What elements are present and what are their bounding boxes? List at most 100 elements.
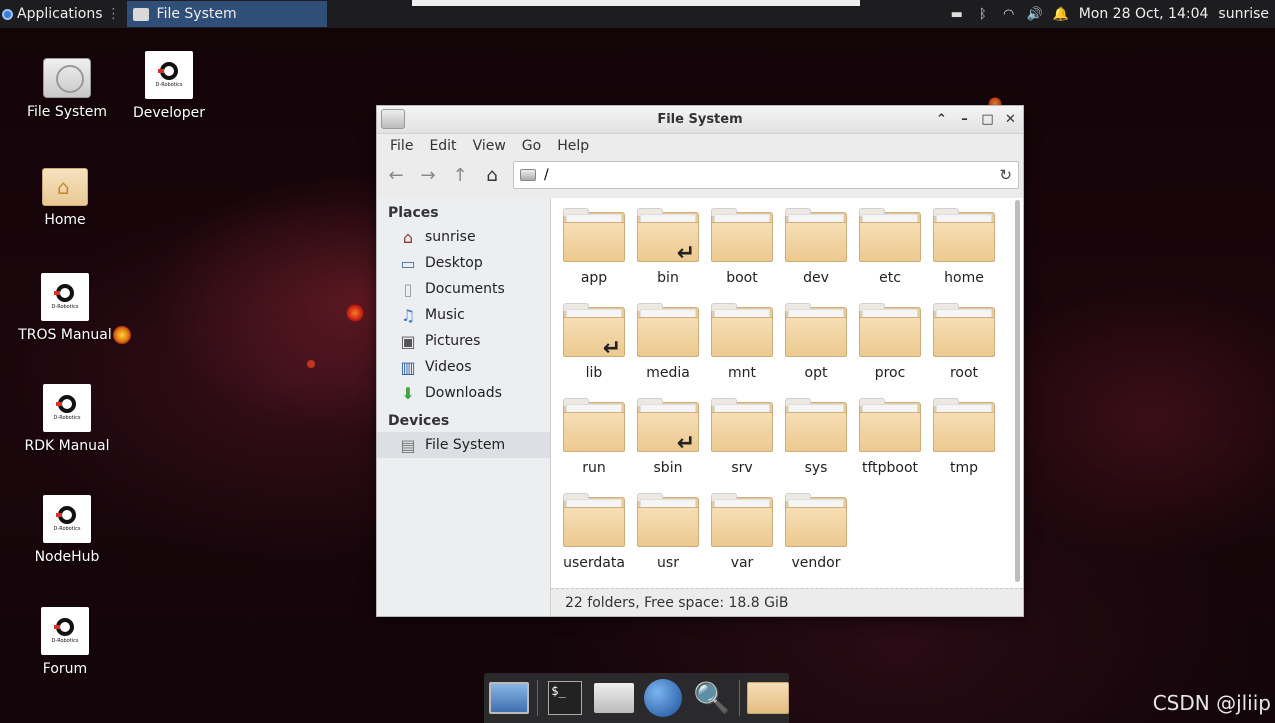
xfce-logo-icon	[2, 8, 13, 20]
desktop-icon-forum[interactable]: D-Robotics Forum	[10, 607, 120, 677]
folder-item-app[interactable]: app	[557, 206, 631, 301]
status-text: 22 folders, Free space: 18.8 GiB	[565, 594, 789, 611]
folder-item-tmp[interactable]: tmp	[927, 396, 1001, 491]
desktop-icon-label: TROS Manual	[18, 327, 112, 343]
d-robotics-logo: D-Robotics	[41, 607, 89, 655]
desktop-icon-developer[interactable]: D-Robotics Developer	[114, 51, 224, 121]
vertical-scrollbar[interactable]	[1015, 200, 1020, 582]
bluetooth-icon[interactable]: ᛒ	[975, 6, 991, 22]
folder-item-userdata[interactable]: userdata	[557, 491, 631, 586]
sidebar-item-music[interactable]: ♫ Music	[377, 302, 550, 328]
close-button[interactable]: ✕	[1002, 110, 1019, 128]
symlink-arrow-icon: ↵	[676, 241, 695, 266]
sidebar-item-documents[interactable]: ▯ Documents	[377, 276, 550, 302]
reload-icon[interactable]: ↻	[999, 166, 1012, 184]
globe-icon	[643, 679, 682, 717]
folder-view[interactable]: app ↵ bin boot dev etc home ↵ lib media mnt opt proc…	[551, 198, 1023, 616]
folder-item-tftpboot[interactable]: tftpboot	[853, 396, 927, 491]
back-button[interactable]: ←	[383, 162, 409, 188]
folder-item-var[interactable]: var	[705, 491, 779, 586]
menu-help[interactable]: Help	[550, 136, 596, 156]
desktop-icon-file-system[interactable]: File System	[12, 58, 122, 120]
menu-view[interactable]: View	[466, 136, 513, 156]
videos-icon: ▥	[400, 357, 416, 377]
folder-item-etc[interactable]: etc	[853, 206, 927, 301]
notification-bell-icon[interactable]: 🔔	[1053, 6, 1069, 22]
dock-show-desktop[interactable]	[488, 677, 531, 719]
user-menu[interactable]: sunrise	[1218, 6, 1269, 22]
d-robotics-logo: D-Robotics	[43, 495, 91, 543]
sidebar-item-pictures[interactable]: ▣ Pictures	[377, 328, 550, 354]
folder-item-bin[interactable]: ↵ bin	[631, 206, 705, 301]
desktop-icon-rdk-manual[interactable]: D-Robotics RDK Manual	[12, 384, 122, 454]
dock-web-browser[interactable]	[642, 677, 685, 719]
sidebar-item-downloads[interactable]: ⬇ Downloads	[377, 380, 550, 406]
dock-separator	[739, 680, 741, 716]
sidebar-item-label: Music	[425, 307, 465, 323]
forward-button[interactable]: →	[415, 162, 441, 188]
maximize-button[interactable]: □	[979, 110, 996, 128]
folder-item-vendor[interactable]: vendor	[779, 491, 853, 586]
home-button[interactable]: ⌂	[479, 162, 505, 188]
desktop-icon-tros-manual[interactable]: D-Robotics TROS Manual	[10, 273, 120, 343]
sidebar-item-videos[interactable]: ▥ Videos	[377, 354, 550, 380]
download-icon: ⬇	[401, 383, 415, 403]
desktop-icon-label: Forum	[42, 661, 88, 677]
desktop-icon-label: Home	[44, 212, 86, 228]
window-menu-icon[interactable]	[381, 109, 405, 129]
folder-item-proc[interactable]: proc	[853, 301, 927, 396]
dock-home-folder[interactable]	[593, 677, 636, 719]
shade-button[interactable]: ⌃	[933, 110, 950, 128]
menu-go[interactable]: Go	[515, 136, 548, 156]
sidebar-item-file-system[interactable]: ▤ File System	[377, 432, 550, 458]
side-pane: Places ⌂ sunrise ▭ Desktop ▯ Documents ♫…	[377, 198, 551, 616]
folder-item-sys[interactable]: sys	[779, 396, 853, 491]
window-titlebar[interactable]: File System ⌃ – □ ✕	[377, 106, 1023, 134]
folder-name: opt	[804, 365, 828, 381]
folder-item-root[interactable]: root	[927, 301, 1001, 396]
folder-icon	[563, 493, 625, 549]
sidebar-item-sunrise[interactable]: ⌂ sunrise	[377, 224, 550, 250]
menubar: File Edit View Go Help	[377, 134, 1023, 158]
folder-item-opt[interactable]: opt	[779, 301, 853, 396]
wifi-icon[interactable]: ◠	[1001, 6, 1017, 22]
folder-item-media[interactable]: media	[631, 301, 705, 396]
folder-item-mnt[interactable]: mnt	[705, 301, 779, 396]
location-bar[interactable]: ↻	[513, 161, 1019, 189]
devices-heading: Devices	[388, 413, 450, 429]
folder-item-dev[interactable]: dev	[779, 206, 853, 301]
folder-item-srv[interactable]: srv	[705, 396, 779, 491]
music-icon: ♫	[400, 305, 416, 325]
dock-separator	[536, 680, 538, 716]
folder-item-run[interactable]: run	[557, 396, 631, 491]
menu-file[interactable]: File	[383, 136, 420, 156]
up-button[interactable]: ↑	[447, 162, 473, 188]
location-input[interactable]	[544, 167, 992, 183]
folder-name: vendor	[791, 555, 841, 571]
folder-icon	[785, 208, 847, 264]
volume-icon[interactable]: 🔊	[1027, 6, 1043, 22]
desktop-icon-nodehub[interactable]: D-Robotics NodeHub	[12, 495, 122, 565]
folder-name: boot	[726, 270, 758, 286]
taskbar-window-file-system[interactable]: File System	[126, 1, 327, 27]
dock-file-manager[interactable]	[746, 677, 789, 719]
folder-icon	[711, 493, 773, 549]
top-panel: Applications ⋮ File System ▬ ᛒ ◠ 🔊 🔔 Mon…	[0, 0, 1275, 28]
folder-item-lib[interactable]: ↵ lib	[557, 301, 631, 396]
dock-app-finder[interactable]: 🔍	[690, 677, 733, 719]
network-device-icon[interactable]: ▬	[949, 6, 965, 22]
folder-item-boot[interactable]: boot	[705, 206, 779, 301]
menu-edit[interactable]: Edit	[422, 136, 463, 156]
folder-name: userdata	[563, 555, 625, 571]
desktop-icon-home[interactable]: Home	[10, 168, 120, 228]
dock-terminal[interactable]: $_	[544, 677, 587, 719]
folder-item-usr[interactable]: usr	[631, 491, 705, 586]
clock[interactable]: Mon 28 Oct, 14:04	[1079, 6, 1209, 22]
wallpaper-orb	[307, 360, 315, 368]
sidebar-item-desktop[interactable]: ▭ Desktop	[377, 250, 550, 276]
folder-name: run	[582, 460, 606, 476]
minimize-button[interactable]: –	[956, 110, 973, 128]
folder-item-home[interactable]: home	[927, 206, 1001, 301]
folder-item-sbin[interactable]: ↵ sbin	[631, 396, 705, 491]
applications-menu[interactable]: Applications ⋮	[0, 0, 125, 28]
